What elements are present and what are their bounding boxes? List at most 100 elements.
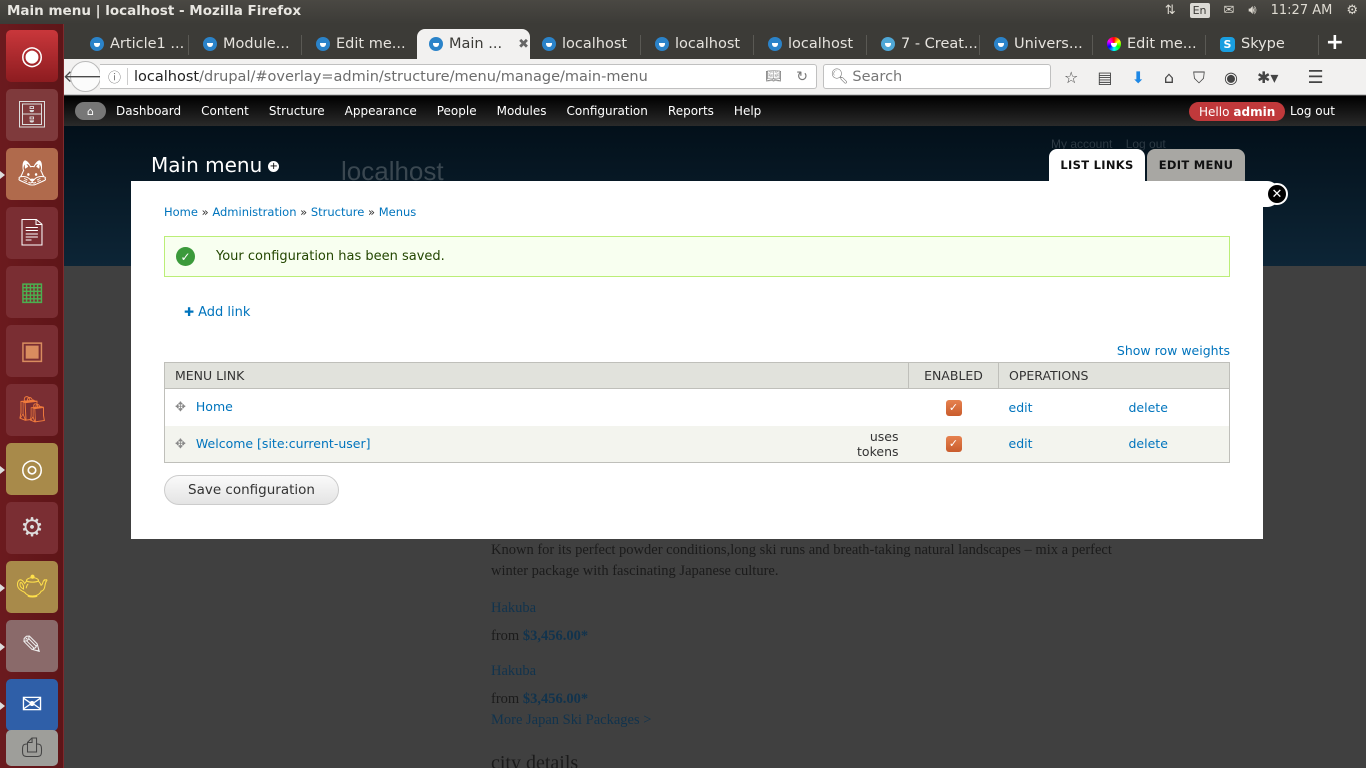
shopping-bag-icon[interactable]: 🛍︎ [6,384,58,436]
browser-tab[interactable]: localhost [530,29,641,59]
lamp-icon[interactable]: 🫖︎ [6,561,58,613]
clock[interactable]: 11:27 AM [1271,3,1333,18]
running-indicator [0,643,5,651]
add-link[interactable]: ✚ Add link [184,305,250,320]
text-editor-icon[interactable]: ✎ [6,620,58,672]
firefox-icon[interactable]: 🦊︎ [6,148,58,200]
breadcrumb-administration[interactable]: Administration [212,205,296,219]
browser-tab[interactable]: localhost [643,29,754,59]
back-button[interactable]: 🡐 [63,61,108,92]
package-link[interactable]: Hakuba [491,663,536,680]
mail-icon[interactable]: ✉ [1224,3,1235,18]
search-input[interactable]: 🔍︎ Search [823,64,1051,89]
calc-icon[interactable]: ▦ [6,266,58,318]
url-host: localhost [134,68,200,85]
chrome-icon[interactable]: ◎ [6,443,58,495]
drupal-admin-toolbar: ⌂ Dashboard Content Structure Appearance… [64,96,1366,126]
thunderbird-icon[interactable]: ✉ [6,679,58,731]
toolbar-appearance[interactable]: Appearance [345,104,417,118]
table-row: ✥ Welcome [site:current-user] uses tokens… [164,425,1230,463]
enabled-checkbox[interactable]: ✓ [945,436,962,453]
ubuntu-icon[interactable]: ◉ [6,30,58,82]
pocket-icon[interactable]: ⛉ [1193,68,1205,88]
settings-wrench-icon[interactable]: ⚙ [6,502,58,554]
menu-link-welcome[interactable]: Welcome [site:current-user] [196,436,371,451]
toolbar-structure[interactable]: Structure [269,104,325,118]
close-tab-icon[interactable]: ✖ [518,37,529,52]
column-header-operations: OPERATIONS [998,362,1230,389]
new-tab-button[interactable]: + [1326,30,1344,55]
close-overlay-button[interactable]: ✕ [1266,183,1288,205]
browser-tab[interactable]: Univers... [982,29,1093,59]
edit-link[interactable]: edit [1009,400,1033,415]
toolbar-reports[interactable]: Reports [668,104,714,118]
power-icon[interactable]: ⚙ [1346,3,1358,18]
breadcrumb-menus[interactable]: Menus [379,205,417,219]
volume-icon[interactable]: 🔊︎ [1248,3,1256,18]
toolbar-logout-link[interactable]: Log out [1290,104,1335,118]
browser-nav-bar: 🡐 ⓘ localhost/drupal/#overlay=admin/stru… [63,59,1366,95]
tab-edit-menu[interactable]: EDIT MENU [1147,149,1245,181]
toolbar-home-button[interactable]: ⌂ [75,102,106,120]
reload-icon[interactable]: ↻ [796,69,808,85]
browser-tab[interactable]: S Skype [1208,29,1319,59]
toolbar-configuration[interactable]: Configuration [567,104,648,118]
file-cabinet-icon[interactable]: 🗄︎ [6,89,58,141]
package-link[interactable]: Hakuba [491,600,536,617]
bookmarks-list-icon[interactable]: ▤ [1097,68,1112,87]
edit-link[interactable]: edit [1009,436,1033,451]
bookmark-star-icon[interactable]: ☆ [1064,68,1078,87]
show-row-weights-link[interactable]: Show row weights [1117,343,1230,358]
package-price: from $3,456.00* [491,628,589,644]
drag-handle-icon[interactable]: ✥ [175,400,186,415]
toolbar-modules[interactable]: Modules [497,104,547,118]
browser-tab[interactable]: Edit me... [1095,29,1206,59]
drupal-icon [429,37,443,51]
browser-tab[interactable]: Module... [191,29,302,59]
toolbar-dashboard[interactable]: Dashboard [116,104,181,118]
tab-list-links[interactable]: LIST LINKS [1049,149,1145,181]
network-icon[interactable]: ⇅ [1165,3,1176,18]
close-icon: ✕ [1271,186,1283,202]
browser-tab[interactable]: 7 - Creat... [869,29,980,59]
browser-tab[interactable]: localhost [756,29,867,59]
toolbar-content[interactable]: Content [201,104,249,118]
writer-icon[interactable]: 📄︎ [6,207,58,259]
more-packages-link[interactable]: More Japan Ski Packages > [491,712,651,729]
running-indicator [0,702,5,710]
download-icon[interactable]: ⬇ [1131,68,1144,87]
keyboard-layout-indicator[interactable]: En [1189,3,1210,18]
delete-link[interactable]: delete [1129,400,1168,415]
toolbar-help[interactable]: Help [734,104,761,118]
info-icon[interactable]: ⓘ [108,67,121,86]
user-greeting[interactable]: Hello admin [1189,102,1286,121]
home-icon[interactable]: ⌂ [1164,68,1174,87]
enabled-checkbox[interactable]: ✓ [945,399,962,416]
breadcrumb-home[interactable]: Home [164,205,198,219]
save-configuration-button[interactable]: Save configuration [164,475,339,505]
extension-icon[interactable]: ✱▾ [1257,68,1278,87]
toolbar-people[interactable]: People [437,104,477,118]
hamburger-menu-icon[interactable]: ☰ [1307,67,1323,88]
reader-view-icon[interactable]: 📖︎ [765,69,782,84]
impress-icon[interactable]: ▣ [6,325,58,377]
home-icon: ⌂ [87,104,94,118]
drupal-icon [203,37,217,51]
url-bar[interactable]: ⓘ localhost/drupal/#overlay=admin/struct… [100,64,817,89]
menu-link-home[interactable]: Home [196,399,233,414]
unity-launcher: ◉ 🗄︎ 🦊︎ 📄︎ ▦ ▣ 🛍︎ ◎ ⚙ 🫖︎ ✎ ✉ ⎙ [0,24,64,768]
drupal-icon [768,37,782,51]
destination-description-line2: winter package with fascinating Japanese… [491,563,779,579]
add-shortcut-icon[interactable]: + [268,161,280,172]
menu-links-table: MENU LINK ENABLED OPERATIONS ✥ Home ✓ edi… [164,362,1230,463]
browser-tab[interactable]: Edit me... [304,29,415,59]
color-picker-extension-icon[interactable]: ◉ [1224,68,1238,87]
browser-tab[interactable]: Article1 ... [78,29,189,59]
scanner-icon[interactable]: ⎙ [6,730,58,766]
running-indicator [0,466,5,474]
browser-tab-active[interactable]: Main ... ✖ [417,29,530,59]
drag-handle-icon[interactable]: ✥ [175,437,186,452]
breadcrumb-structure[interactable]: Structure [311,205,365,219]
delete-link[interactable]: delete [1129,436,1168,451]
drupal-icon [994,37,1008,51]
